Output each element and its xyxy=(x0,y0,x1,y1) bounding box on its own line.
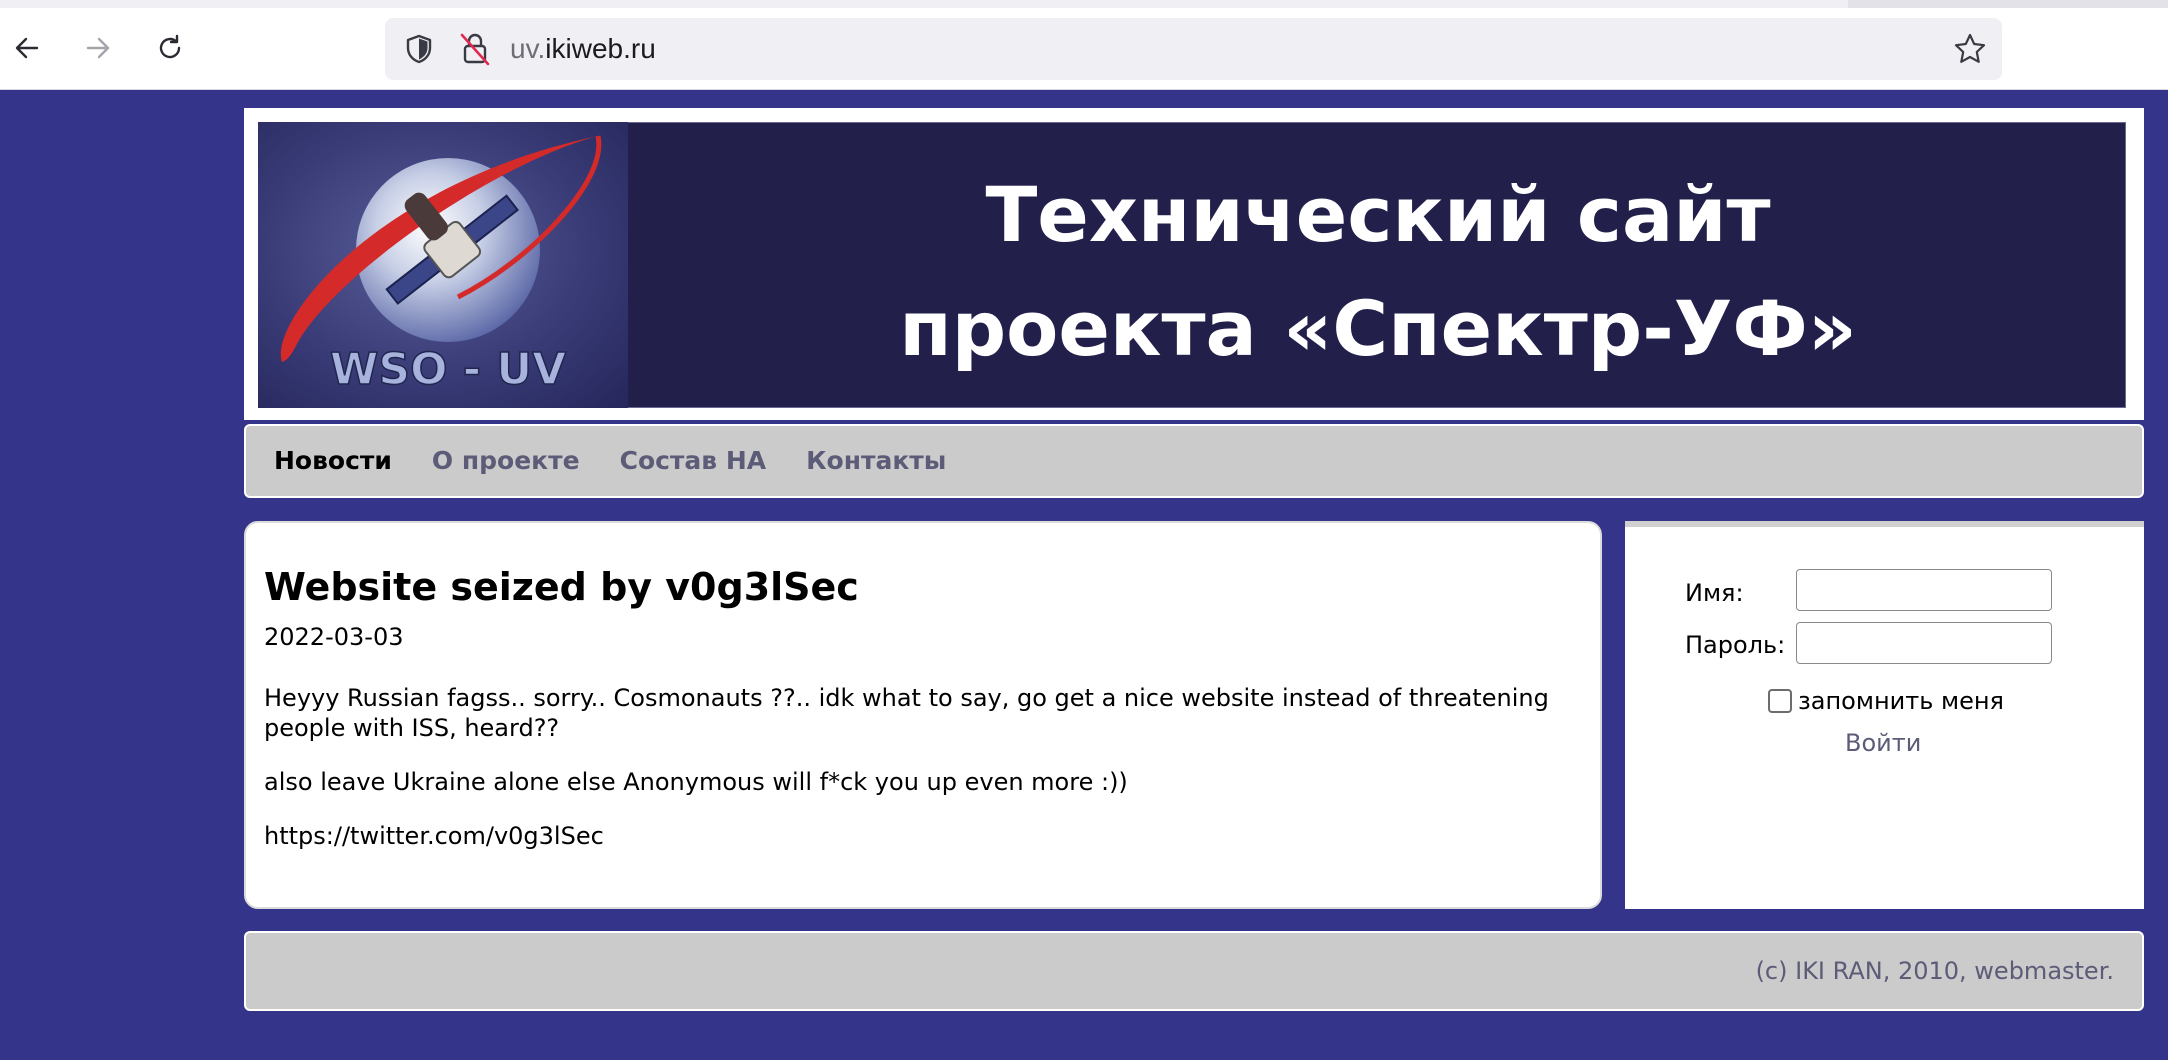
tab-strip-edge xyxy=(1848,0,2168,8)
logo-text: WSO - UV xyxy=(330,344,566,395)
main-menu: Новости О проекте Состав НА Контакты xyxy=(244,424,2144,498)
satellite-logo-icon: WSO - UV xyxy=(280,135,602,396)
password-label: Пароль: xyxy=(1685,631,1786,659)
username-input[interactable] xyxy=(1796,569,2052,611)
menu-item[interactable]: Новости xyxy=(274,446,392,476)
tab-strip xyxy=(0,0,2168,8)
footer-copyright[interactable]: (c) IKI RAN, 2010, webmaster. xyxy=(1756,957,2114,985)
content-panel: Website seized by v0g3lSec 2022-03-03 He… xyxy=(244,521,1602,909)
login-button[interactable]: Войти xyxy=(1845,729,1921,757)
shield-icon[interactable] xyxy=(402,32,436,66)
url-text[interactable]: uv.ikiweb.ru xyxy=(510,32,656,66)
menu-list: Новости О проекте Состав НА Контакты xyxy=(274,446,986,476)
remember-me-row[interactable]: запомнить меня xyxy=(1768,687,2004,715)
password-input[interactable] xyxy=(1796,622,2052,664)
reload-icon xyxy=(159,34,181,59)
url-subdomain: uv. xyxy=(510,33,546,64)
url-domain: ikiweb.ru xyxy=(545,33,656,64)
reload-button[interactable] xyxy=(149,27,191,69)
post-link[interactable]: https://twitter.com/v0g3lSec xyxy=(264,821,1574,851)
login-panel: Имя: Пароль: запомнить меня Войти xyxy=(1625,521,2144,909)
remember-me-checkbox[interactable] xyxy=(1768,689,1792,713)
post-date: 2022-03-03 xyxy=(264,623,404,651)
site-banner: WSO - UV Технический сайт проекта «Спект… xyxy=(258,122,2126,408)
menu-item[interactable]: Контакты xyxy=(806,446,946,476)
site-footer: (c) IKI RAN, 2010, webmaster. xyxy=(244,931,2144,1011)
site-title: Технический сайт проекта «Спектр-УФ» xyxy=(899,170,1857,373)
remember-me-label: запомнить меня xyxy=(1798,687,2004,715)
post-body: Heyyy Russian fagss.. sorry.. Cosmonauts… xyxy=(264,683,1574,875)
post-paragraph: Heyyy Russian fagss.. sorry.. Cosmonauts… xyxy=(264,684,1549,742)
menu-item[interactable]: Состав НА xyxy=(620,446,767,476)
arrow-left-icon xyxy=(15,37,39,59)
forward-button[interactable] xyxy=(77,27,119,69)
browser-toolbar: uv.ikiweb.ru xyxy=(0,0,2168,90)
menu-item[interactable]: О проекте xyxy=(432,446,580,476)
post-paragraph: also leave Ukraine alone else Anonymous … xyxy=(264,768,1128,796)
site-header: WSO - UV Технический сайт проекта «Спект… xyxy=(244,108,2144,420)
wso-uv-logo: WSO - UV xyxy=(258,122,628,408)
username-label: Имя: xyxy=(1685,579,1744,607)
address-bar[interactable]: uv.ikiweb.ru xyxy=(385,18,2002,80)
back-button[interactable] xyxy=(6,27,48,69)
bookmark-star-icon[interactable] xyxy=(1952,31,1988,67)
insecure-lock-icon[interactable] xyxy=(458,31,492,67)
post-title: Website seized by v0g3lSec xyxy=(264,565,859,609)
arrow-right-icon xyxy=(86,37,110,59)
